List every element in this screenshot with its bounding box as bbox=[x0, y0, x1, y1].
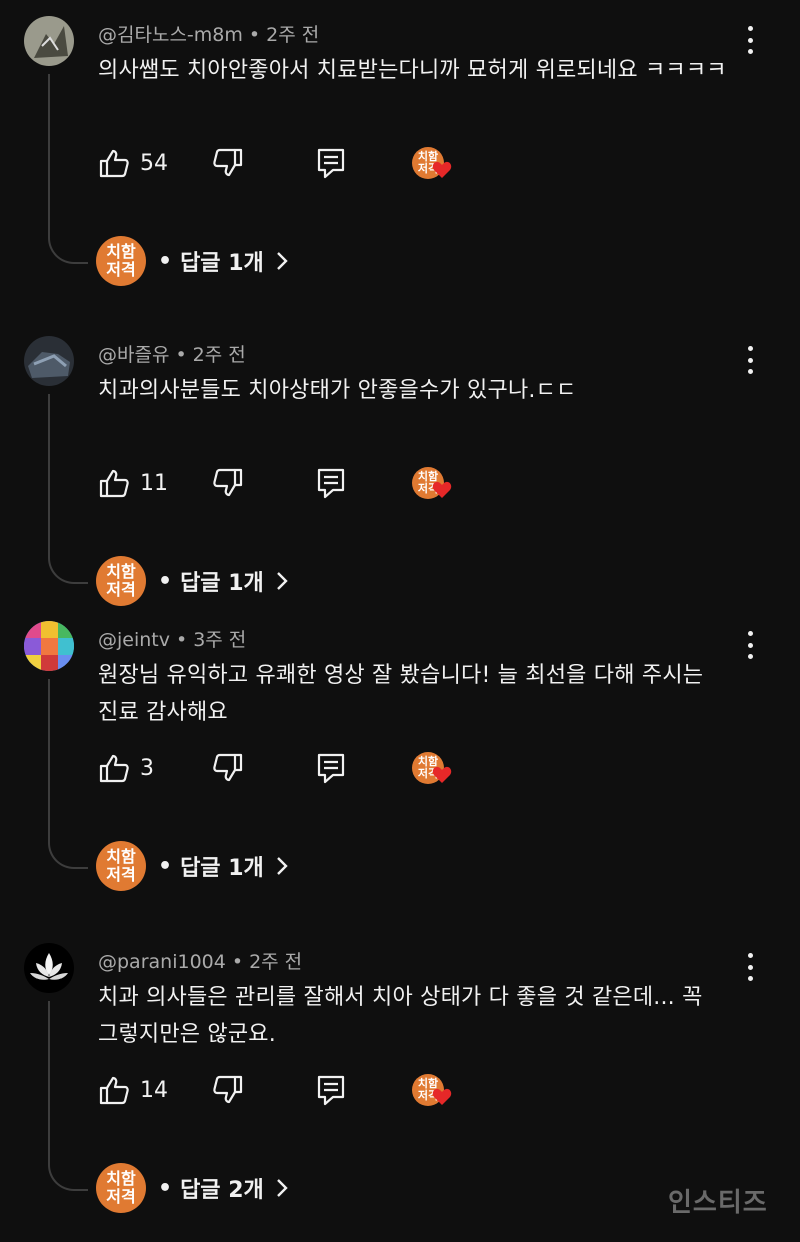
view-replies-button[interactable]: 치함 저격 • 답글 1개 bbox=[96, 236, 288, 286]
like-button[interactable]: 3 bbox=[98, 748, 154, 788]
comment-actions: 54 치함 저격 bbox=[98, 143, 518, 183]
comment-time: 2주 전 bbox=[192, 344, 246, 366]
view-replies-button[interactable]: 치함 저격 • 답글 2개 bbox=[96, 1163, 288, 1213]
thumbs-down-icon bbox=[213, 148, 243, 177]
more-vert-icon[interactable] bbox=[738, 631, 762, 659]
comment-text: 원장님 유익하고 유쾌한 영상 잘 봤습니다! 늘 최선을 다해 주시는 진료 … bbox=[98, 663, 704, 725]
like-count: 14 bbox=[140, 1077, 168, 1103]
thread-connector bbox=[48, 1001, 88, 1191]
comment-meta: @jeintv • 3주 전 bbox=[98, 629, 247, 651]
thread-connector bbox=[48, 74, 88, 264]
creator-heart-icon bbox=[432, 481, 452, 498]
view-replies-button[interactable]: 치함 저격 • 답글 1개 bbox=[96, 841, 288, 891]
comment-author[interactable]: @jeintv bbox=[98, 629, 170, 651]
comment-actions: 3 치함 저격 bbox=[98, 748, 518, 788]
comment-text: 치과의사분들도 치아상태가 안좋을수가 있구나.ㄷㄷ bbox=[98, 378, 577, 403]
comment-reply-icon bbox=[317, 1075, 345, 1106]
comment-meta: @바즐유 • 2주 전 bbox=[98, 344, 246, 366]
comment-reply-icon bbox=[317, 753, 345, 784]
replies-count-label: 답글 1개 bbox=[180, 856, 264, 881]
thumbs-up-icon bbox=[99, 149, 129, 178]
avatar[interactable] bbox=[24, 336, 74, 386]
like-count: 3 bbox=[140, 755, 154, 781]
like-button[interactable]: 14 bbox=[98, 1070, 168, 1110]
thumbs-down-icon bbox=[213, 753, 243, 782]
comment-meta: @김타노스-m8m • 2주 전 bbox=[98, 24, 320, 46]
creator-heart-icon bbox=[432, 766, 452, 783]
thread-connector bbox=[48, 679, 88, 869]
avatar[interactable] bbox=[24, 16, 74, 66]
thumbs-up-icon bbox=[99, 754, 129, 783]
reply-button[interactable] bbox=[316, 1070, 346, 1110]
reply-button[interactable] bbox=[316, 463, 346, 503]
comment-time: 3주 전 bbox=[193, 629, 247, 651]
comment-actions: 11 치함 저격 bbox=[98, 463, 518, 503]
view-replies-button[interactable]: 치함 저격 • 답글 1개 bbox=[96, 556, 288, 606]
chevron-right-icon bbox=[276, 1179, 288, 1197]
creator-heart-badge: 치함 저격 bbox=[412, 746, 456, 790]
dislike-button[interactable] bbox=[212, 143, 244, 183]
channel-logo: 치함 저격 bbox=[96, 1163, 146, 1213]
comment-time: 2주 전 bbox=[266, 24, 320, 46]
replies-count-label: 답글 2개 bbox=[180, 1178, 264, 1203]
dislike-button[interactable] bbox=[212, 748, 244, 788]
comment-actions: 14 치함 저격 bbox=[98, 1070, 518, 1110]
creator-heart-badge: 치함 저격 bbox=[412, 1068, 456, 1112]
chevron-right-icon bbox=[276, 252, 288, 270]
comment-meta: @parani1004 • 2주 전 bbox=[98, 951, 303, 973]
creator-heart-badge: 치함 저격 bbox=[412, 461, 456, 505]
comment-author[interactable]: @parani1004 bbox=[98, 951, 226, 973]
avatar[interactable] bbox=[24, 943, 74, 993]
channel-logo: 치함 저격 bbox=[96, 236, 146, 286]
chevron-right-icon bbox=[276, 857, 288, 875]
like-button[interactable]: 54 bbox=[98, 143, 168, 183]
channel-logo: 치함 저격 bbox=[96, 841, 146, 891]
replies-count-label: 답글 1개 bbox=[180, 251, 264, 276]
reply-button[interactable] bbox=[316, 748, 346, 788]
like-button[interactable]: 11 bbox=[98, 463, 168, 503]
creator-heart-icon bbox=[432, 1088, 452, 1105]
reply-button[interactable] bbox=[316, 143, 346, 183]
comment-item: @김타노스-m8m • 2주 전 의사쌤도 치아안좋아서 치료받는다니까 묘허게 위… bbox=[0, 0, 800, 321]
thumbs-up-icon bbox=[99, 469, 129, 498]
thumbs-down-icon bbox=[213, 1075, 243, 1104]
more-vert-icon[interactable] bbox=[738, 26, 762, 54]
comment-reply-icon bbox=[317, 148, 345, 179]
creator-heart-icon bbox=[432, 161, 452, 178]
comment-time: 2주 전 bbox=[249, 951, 303, 973]
creator-heart-badge: 치함 저격 bbox=[412, 141, 456, 185]
comment-author[interactable]: @바즐유 bbox=[98, 344, 169, 366]
channel-logo: 치함 저격 bbox=[96, 556, 146, 606]
comment-text: 의사쌤도 치아안좋아서 치료받는다니까 묘허게 위로되네요 ㅋㅋㅋㅋ bbox=[98, 58, 727, 83]
replies-count-label: 답글 1개 bbox=[180, 571, 264, 596]
thread-connector bbox=[48, 394, 88, 584]
thumbs-up-icon bbox=[99, 1076, 129, 1105]
watermark: 인스티즈 bbox=[668, 1188, 768, 1218]
comment-item: @바즐유 • 2주 전 치과의사분들도 치아상태가 안좋을수가 있구나.ㄷㄷ 11 … bbox=[0, 320, 800, 641]
chevron-right-icon bbox=[276, 572, 288, 590]
comment-reply-icon bbox=[317, 468, 345, 499]
dislike-button[interactable] bbox=[212, 1070, 244, 1110]
avatar[interactable] bbox=[24, 621, 74, 671]
comment-text: 치과 의사들은 관리를 잘해서 치아 상태가 다 좋을 것 같은데... 꼭 그… bbox=[98, 985, 703, 1047]
dislike-button[interactable] bbox=[212, 463, 244, 503]
thumbs-down-icon bbox=[213, 468, 243, 497]
more-vert-icon[interactable] bbox=[738, 346, 762, 374]
like-count: 11 bbox=[140, 470, 168, 496]
more-vert-icon[interactable] bbox=[738, 953, 762, 981]
comment-item: @jeintv • 3주 전 원장님 유익하고 유쾌한 영상 잘 봤습니다! 늘 최… bbox=[0, 605, 800, 926]
like-count: 54 bbox=[140, 150, 168, 176]
comment-author[interactable]: @김타노스-m8m bbox=[98, 24, 243, 46]
